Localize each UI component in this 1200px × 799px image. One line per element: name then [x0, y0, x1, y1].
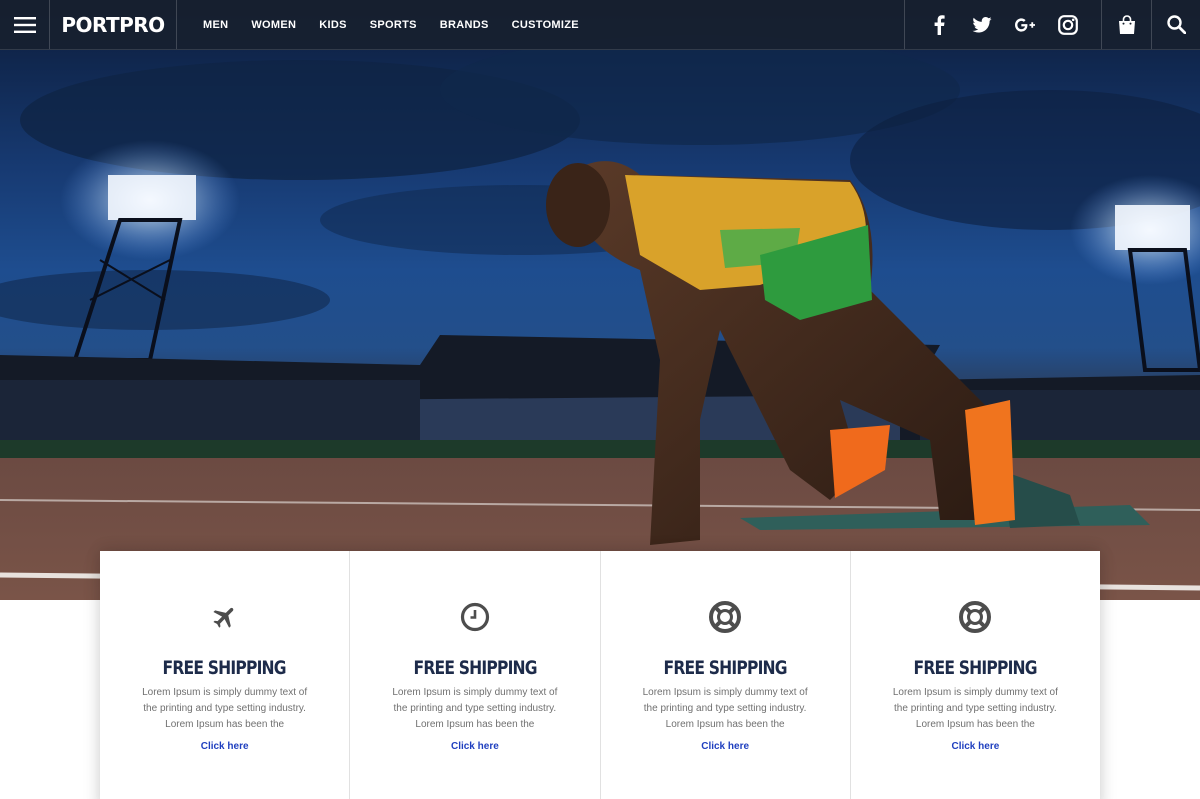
feature-card: FREE SHIPPING Lorem Ipsum is simply dumm…: [601, 551, 851, 799]
feature-icon-wrapper: [211, 599, 239, 635]
brand-logo: PORTPRO: [61, 12, 165, 37]
feature-icon-wrapper: [460, 599, 490, 635]
facebook-icon: [934, 14, 945, 35]
feature-icon-wrapper: [958, 599, 992, 635]
feature-title: FREE SHIPPING: [163, 657, 287, 679]
airplane-icon: [213, 607, 233, 628]
feature-title: FREE SHIPPING: [663, 657, 788, 679]
top-navbar: PORTPRO MEN WOMEN KIDS SPORTS BRANDS CUS…: [0, 0, 1200, 50]
lifebuoy-icon: [709, 601, 742, 633]
twitter-icon: [971, 16, 992, 33]
hero-image: [0, 35, 1200, 600]
clock-icon: [460, 602, 489, 632]
facebook-link[interactable]: [917, 0, 960, 49]
main-menu: MEN WOMEN KIDS SPORTS BRANDS CUSTOMIZE: [177, 0, 904, 49]
social-links: [904, 0, 1101, 49]
feature-title: FREE SHIPPING: [913, 657, 1038, 679]
google-plus-link[interactable]: [1003, 0, 1046, 49]
hamburger-icon: [13, 16, 36, 33]
instagram-icon: [1057, 14, 1078, 35]
search-icon: [1166, 15, 1186, 34]
hamburger-menu-button[interactable]: [0, 0, 50, 49]
features-panel: FREE SHIPPING Lorem Ipsum is simply dumm…: [100, 551, 1100, 799]
menu-item-kids[interactable]: KIDS: [319, 19, 346, 31]
lifebuoy-icon: [959, 601, 992, 633]
feature-link[interactable]: Click here: [701, 741, 749, 752]
menu-item-customize[interactable]: CUSTOMIZE: [512, 19, 579, 31]
feature-card: FREE SHIPPING Lorem Ipsum is simply dumm…: [100, 551, 351, 799]
feature-link[interactable]: Click here: [451, 741, 499, 752]
cart-button[interactable]: [1101, 0, 1151, 49]
feature-description: Lorem Ipsum is simply dummy text of the …: [392, 687, 558, 730]
hero-banner: [0, 0, 1200, 600]
feature-icon-wrapper: [708, 599, 742, 635]
instagram-link[interactable]: [1046, 0, 1089, 49]
menu-item-sports[interactable]: SPORTS: [370, 19, 417, 31]
menu-item-brands[interactable]: BRANDS: [440, 19, 489, 31]
feature-description: Lorem Ipsum is simply dummy text of the …: [642, 687, 808, 730]
feature-card: FREE SHIPPING Lorem Ipsum is simply dumm…: [350, 551, 601, 799]
feature-description: Lorem Ipsum is simply dummy text of the …: [142, 687, 308, 730]
google-plus-icon: [1014, 17, 1035, 32]
feature-card: FREE SHIPPING Lorem Ipsum is simply dumm…: [851, 551, 1100, 799]
feature-link[interactable]: Click here: [201, 741, 249, 752]
twitter-link[interactable]: [960, 0, 1003, 49]
shopping-bag-icon: [1118, 15, 1135, 34]
feature-description: Lorem Ipsum is simply dummy text of the …: [892, 687, 1058, 730]
search-button[interactable]: [1151, 0, 1200, 49]
feature-title: FREE SHIPPING: [413, 657, 537, 679]
feature-link[interactable]: Click here: [951, 741, 999, 752]
menu-item-women[interactable]: WOMEN: [251, 19, 296, 31]
menu-item-men[interactable]: MEN: [203, 19, 228, 31]
logo-link[interactable]: PORTPRO: [50, 0, 177, 49]
